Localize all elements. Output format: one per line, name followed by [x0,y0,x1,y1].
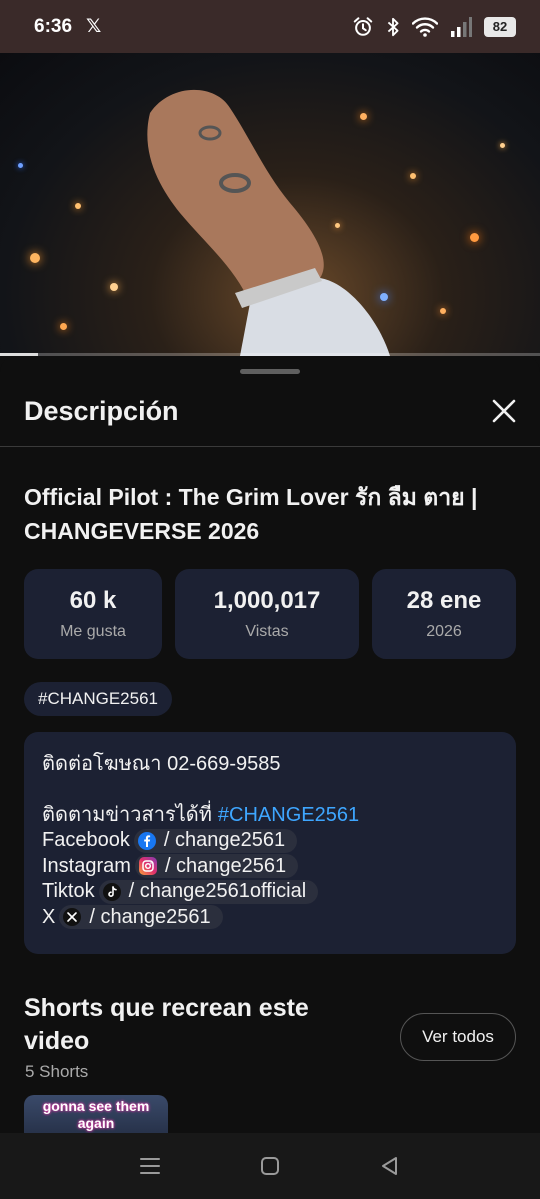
social-handle: / change2561 [89,905,211,928]
x-icon [63,908,82,927]
social-platform: Tiktok [42,880,95,902]
instagram-icon [138,857,157,876]
short-thumbnail[interactable]: gonna see them again [24,1095,168,1133]
social-handle: / change2561 [163,829,286,851]
social-platform: Instagram [42,854,131,877]
see-all-button[interactable]: Ver todos [400,1013,516,1061]
social-line-x: X / change2561 [42,905,498,931]
social-line-facebook: Facebook / change2561 [42,828,498,854]
shorts-section-title: Shorts que recrean este video [24,994,309,1055]
social-platform: X [42,905,56,928]
bluetooth-icon [387,17,399,36]
recents-button[interactable] [130,1146,170,1186]
stat-label: Vistas [245,623,289,640]
instagram-link[interactable]: / change2561 [134,854,299,879]
stat-label: Me gusta [60,623,126,640]
stats-row: 60 k Me gusta 1,000,017 Vistas 28 ene 20… [24,569,516,659]
back-button[interactable] [370,1146,410,1186]
alarm-icon [353,16,373,36]
follow-line: ติดตามข่าวสารได้ที่ #CHANGE2561 [42,803,498,829]
x-logo-icon: 𝕏 [86,16,102,37]
social-handle: / change2561 [164,854,287,877]
tiktok-icon [102,882,121,901]
video-title: Official Pilot : The Grim Lover รัก ลืม … [24,484,478,544]
date-stat: 28 ene 2026 [372,569,516,659]
status-time: 6:36 [34,15,73,37]
shorts-count: 5 Shorts [25,1062,89,1081]
system-nav-bar [0,1133,540,1199]
hand-image [147,89,390,356]
social-line-instagram: Instagram / change2561 [42,854,498,880]
back-icon [382,1157,397,1175]
status-bar: 6:36 𝕏 82 [0,0,540,53]
stat-label: 2026 [426,623,462,640]
divider [0,446,540,447]
social-handle: / change2561official [128,880,307,902]
video-player[interactable] [0,53,540,356]
wifi-icon [412,16,438,37]
tiktok-link[interactable]: / change2561official [98,879,319,904]
contact-line: ติดต่อโฆษณา 02-669-9585 [42,753,281,775]
stat-value: 60 k [69,587,117,614]
hashtag-link[interactable]: #CHANGE2561 [218,803,359,829]
screen: 6:36 𝕏 82 Descripción Official Pilot: T… [0,0,540,1199]
hashtag-chip[interactable]: #CHANGE2561 [24,682,173,716]
stat-value: 28 ene [406,587,482,614]
social-platform: Facebook [42,829,130,851]
follow-text: ติดตามข่าวสารได้ที่ [42,803,212,826]
drag-handle[interactable] [240,369,300,374]
battery-icon: 82 [484,16,516,37]
description-box: ติดต่อโฆษณา 02-669-9585 ติดตามข่าวสารได้… [24,732,516,954]
home-button[interactable] [250,1146,290,1186]
x-link[interactable]: / change2561 [59,905,223,930]
sheet-header: Descripción [24,391,524,431]
home-icon [261,1157,279,1175]
signal-icon [451,16,472,37]
close-button[interactable] [484,391,524,431]
stat-value: 1,000,017 [213,587,321,614]
sheet-title: Descripción [24,395,179,426]
short-caption: gonna see them again [42,1098,150,1131]
social-line-tiktok: Tiktok / change2561official [42,879,498,905]
recents-icon [140,1158,160,1174]
facebook-icon [137,831,156,850]
likes-stat: 60 k Me gusta [24,569,162,659]
facebook-link[interactable]: / change2561 [133,828,298,853]
close-icon [492,399,516,423]
description-sheet: Descripción Official Pilot : The Grim Lo… [0,356,540,1133]
status-icons: 82 [352,16,516,38]
views-stat: 1,000,017 Vistas [175,569,359,659]
